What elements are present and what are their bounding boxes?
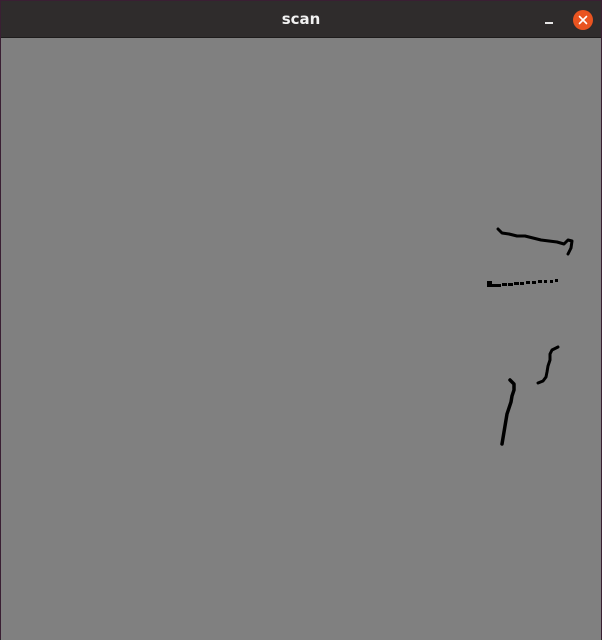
title-bar[interactable]: scan <box>1 1 601 38</box>
scan-segment-top <box>496 227 574 256</box>
scan-segment-middle <box>487 279 558 287</box>
app-window: scan <box>0 0 602 640</box>
minimize-icon <box>545 22 553 24</box>
scan-canvas[interactable] <box>1 38 601 640</box>
window-title: scan <box>281 10 321 28</box>
close-button[interactable] <box>573 10 593 30</box>
scan-plot <box>487 227 574 446</box>
minimize-button[interactable] <box>539 10 559 30</box>
close-icon <box>578 15 588 25</box>
scan-segment-lower <box>500 378 516 446</box>
scan-segment-right <box>536 345 560 385</box>
